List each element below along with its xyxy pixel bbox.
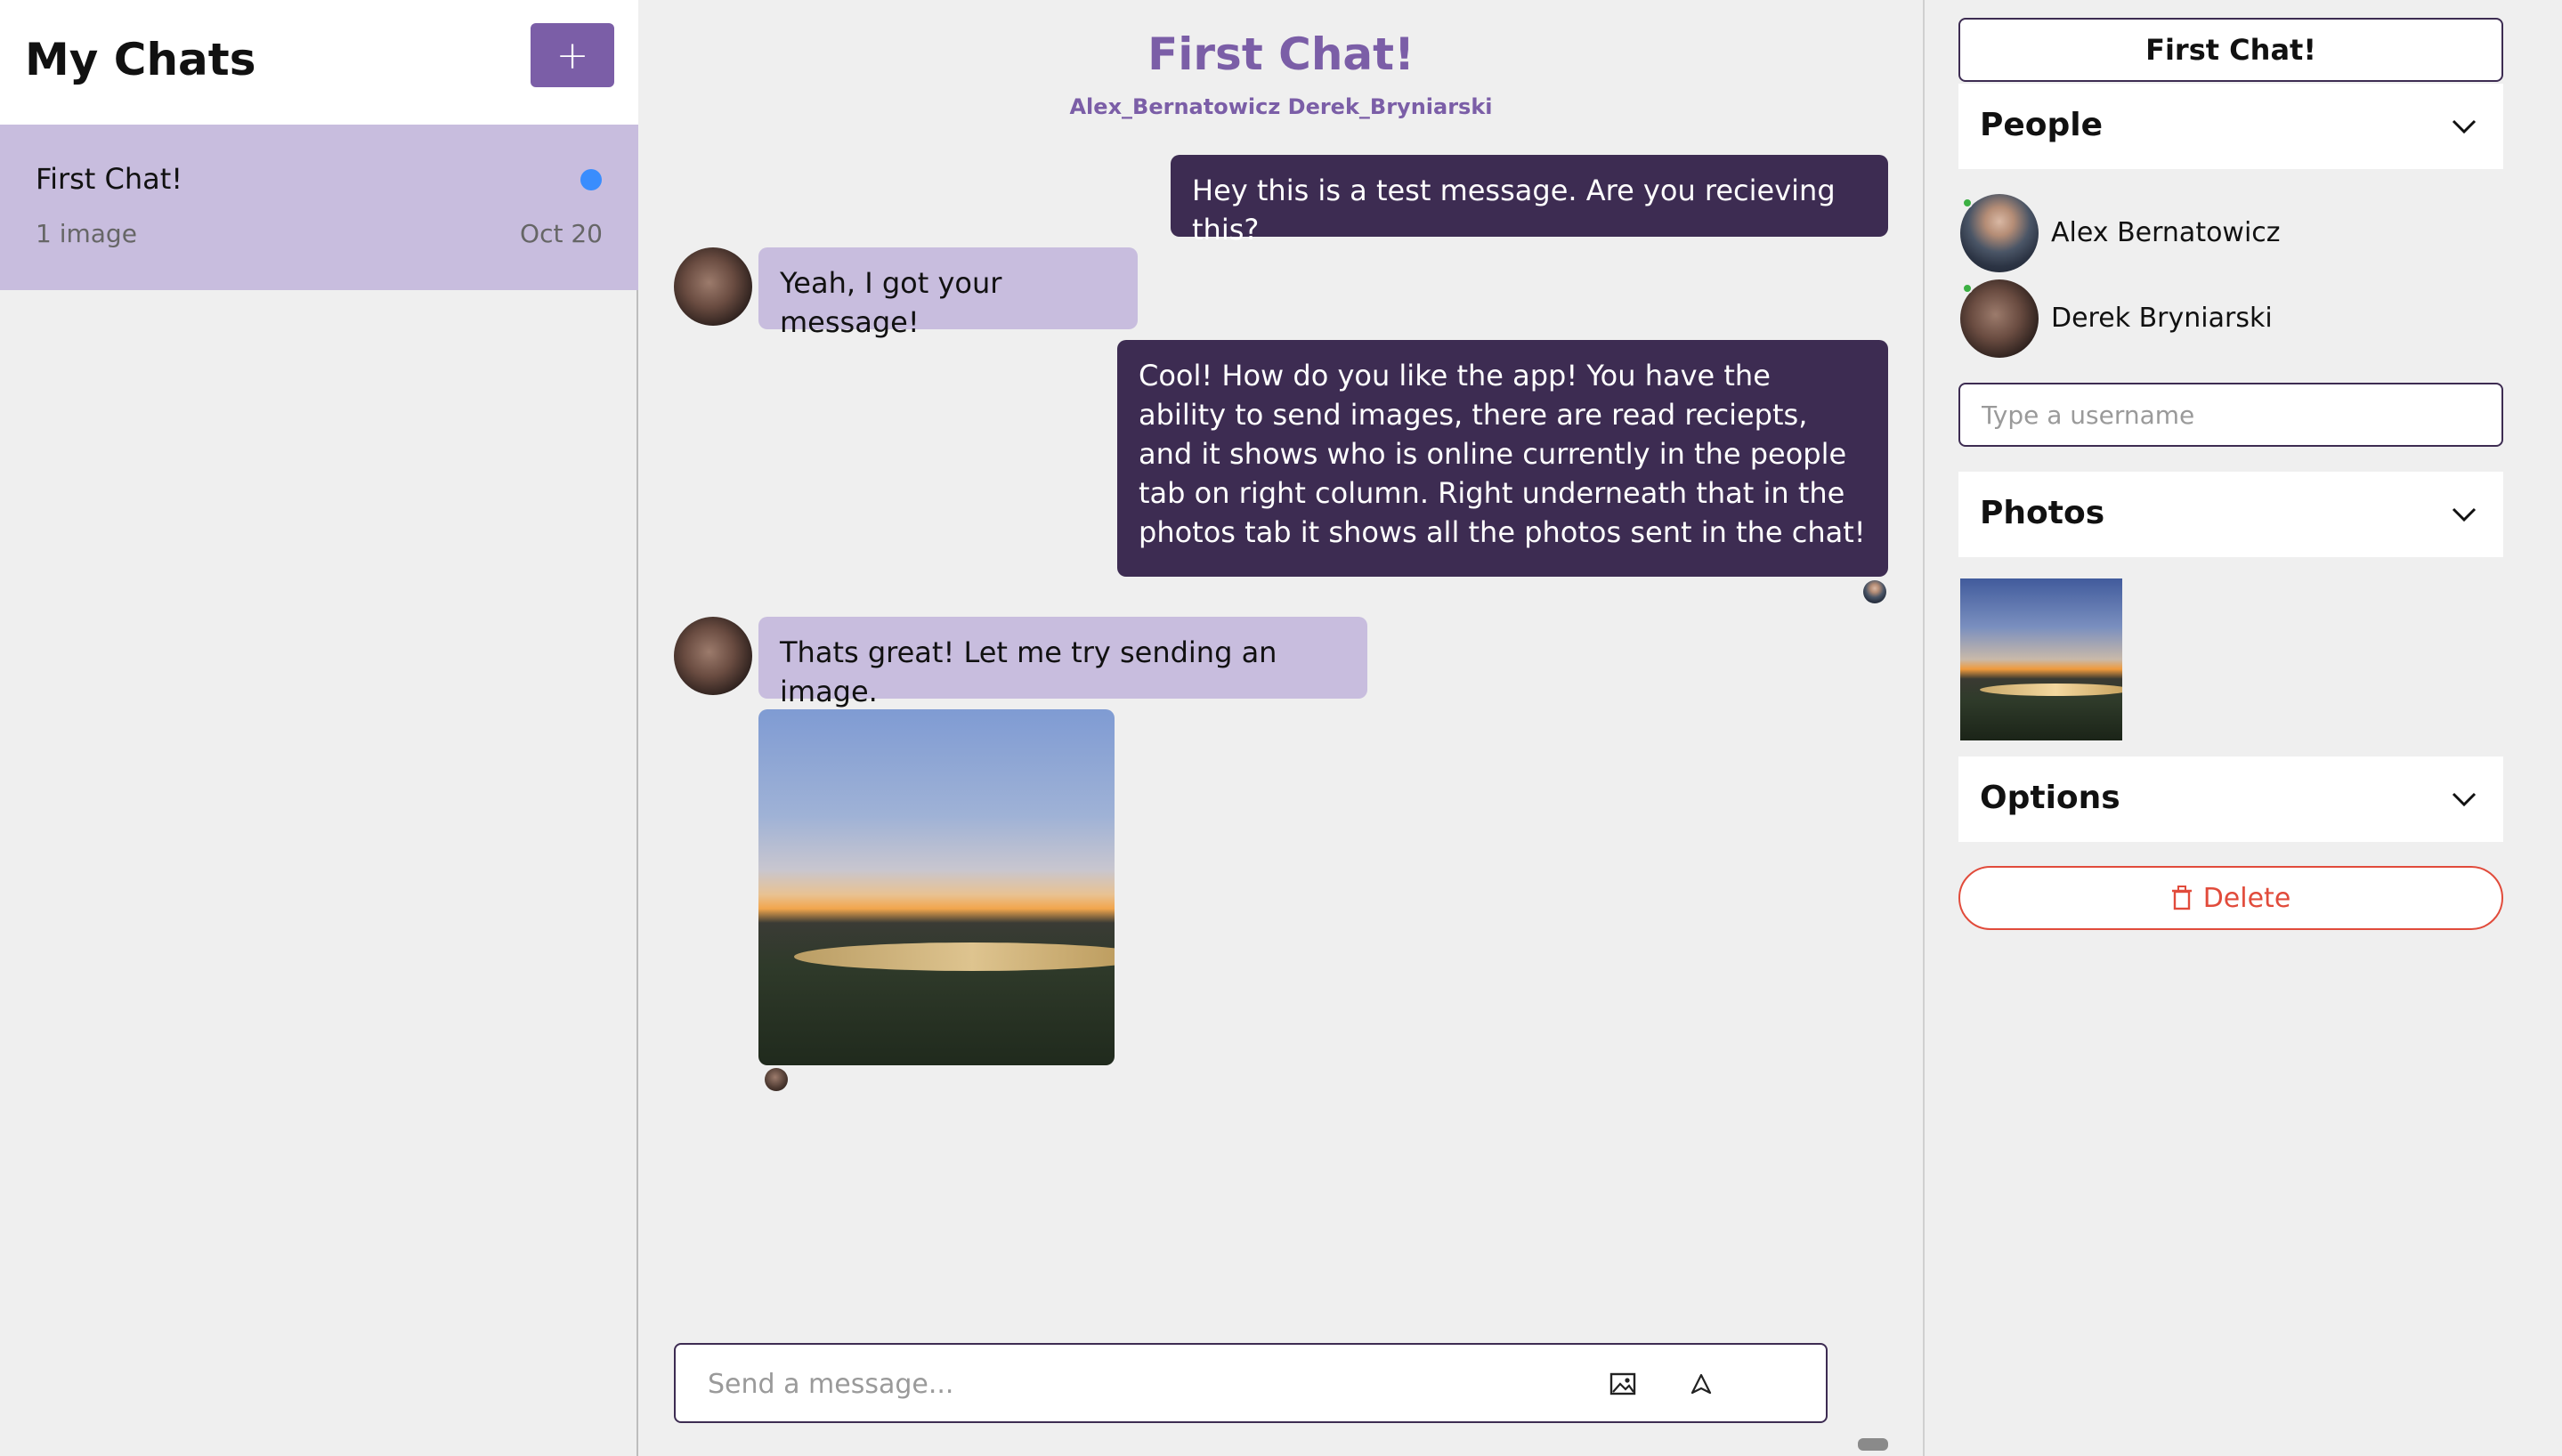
read-receipt-avatar (1863, 580, 1886, 603)
person-name: Alex Bernatowicz (2051, 217, 2281, 248)
chat-list-title: My Chats (25, 34, 256, 85)
sunset-photo-icon (1980, 684, 2122, 696)
online-status-icon (1962, 283, 1973, 294)
plus-icon: + (555, 32, 589, 78)
chat-card-preview: 1 image (36, 219, 137, 248)
chevron-down-icon (2452, 507, 2477, 522)
add-username-input[interactable] (1958, 383, 2503, 447)
message-bubble-received: Yeah, I got your message! (758, 247, 1138, 339)
avatar (1960, 279, 2039, 358)
trash-icon (2171, 886, 2192, 910)
unread-dot-icon (580, 169, 602, 190)
chevron-down-icon (2452, 792, 2477, 807)
message-image[interactable] (758, 709, 1115, 1065)
message-composer (674, 1343, 1828, 1423)
avatar[interactable] (674, 617, 752, 695)
chat-card[interactable]: First Chat! 1 image Oct 20 (0, 125, 638, 290)
send-icon[interactable] (1683, 1366, 1719, 1402)
chat-list-panel: My Chats + First Chat! 1 image Oct 20 (0, 0, 638, 1456)
person-name: Derek Bryniarski (2051, 303, 2273, 334)
read-receipt-avatar (765, 1068, 788, 1091)
delete-chat-button[interactable]: Delete (1958, 866, 2503, 930)
message-bubble-received: Thats great! Let me try sending an image… (758, 617, 1367, 708)
message-bubble-sent: Hey this is a test message. Are you reci… (1171, 155, 1888, 247)
chat-card-date: Oct 20 (520, 219, 603, 248)
delete-label: Delete (2202, 882, 2291, 914)
photos-section-header[interactable]: Photos (1958, 472, 2503, 557)
conversation-title: First Chat! (1147, 28, 1415, 80)
scroll-handle[interactable] (1858, 1438, 1888, 1451)
options-section-header[interactable]: Options (1958, 756, 2503, 842)
photo-thumbnail[interactable] (1960, 578, 2122, 740)
photos-label: Photos (1980, 495, 2105, 531)
message-bubble-sent: Cool! How do you like the app! You have … (1117, 340, 1888, 577)
chat-settings-panel: First Chat! People Alex Bernatowicz Dere… (1923, 0, 2562, 1456)
chat-list-header: My Chats + (0, 0, 638, 125)
person-row[interactable]: Derek Bryniarski (1960, 279, 2494, 360)
avatar (1960, 194, 2039, 272)
person-row[interactable]: Alex Bernatowicz (1960, 194, 2494, 274)
sunset-photo-icon (794, 942, 1115, 971)
conversation-members: Alex_Bernatowicz Derek_Bryniarski (1069, 94, 1493, 119)
avatar[interactable] (674, 247, 752, 326)
new-chat-button[interactable]: + (531, 23, 614, 87)
message-input[interactable] (708, 1363, 1562, 1405)
conversation-panel: First Chat! Alex_Bernatowicz Derek_Bryni… (640, 0, 1922, 1456)
image-icon[interactable] (1605, 1366, 1641, 1402)
online-status-icon (1962, 198, 1973, 208)
chat-card-title: First Chat! (36, 162, 183, 196)
people-label: People (1980, 107, 2104, 143)
people-section-header[interactable]: People (1958, 84, 2503, 169)
options-label: Options (1980, 780, 2120, 816)
chat-title-field[interactable]: First Chat! (1958, 18, 2503, 82)
chevron-down-icon (2452, 119, 2477, 134)
